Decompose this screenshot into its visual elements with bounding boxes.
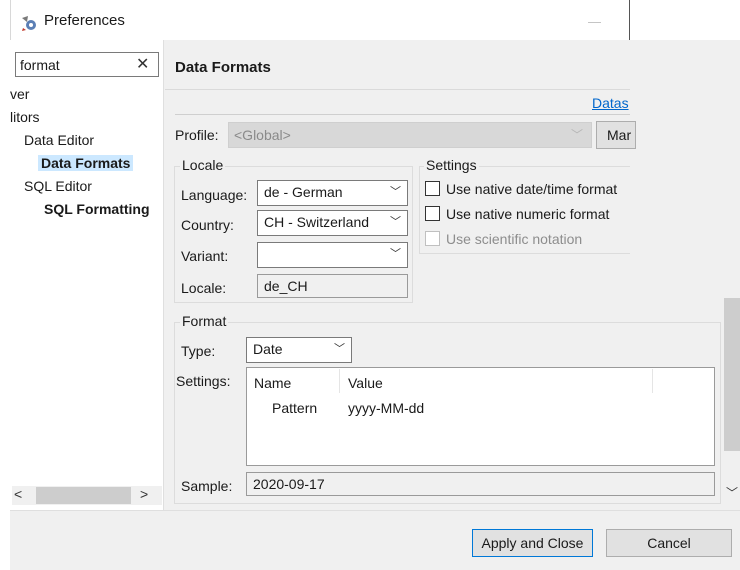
locale-value: de_CH xyxy=(264,278,308,294)
tree-item-data-formats[interactable]: Data Formats xyxy=(38,155,134,171)
format-type-select[interactable]: Date ﹀ xyxy=(246,337,352,363)
column-divider xyxy=(339,369,340,393)
profile-label: Profile: xyxy=(175,127,219,143)
locale-label: Locale: xyxy=(181,280,227,296)
scroll-left-icon[interactable]: < xyxy=(14,486,22,502)
column-divider xyxy=(652,369,653,393)
datasource-settings-link[interactable]: Datas xyxy=(592,95,629,111)
profile-select: <Global> ﹀ xyxy=(228,122,592,148)
settings-group-label: Settings xyxy=(424,157,479,173)
tree-item-server[interactable]: ver xyxy=(10,86,29,102)
language-select[interactable]: de - German ﹀ xyxy=(257,180,408,206)
language-value: de - German xyxy=(264,184,343,200)
sample-label: Sample: xyxy=(181,478,233,494)
chevron-down-icon: ﹀ xyxy=(570,128,583,142)
tree-item-editors[interactable]: litors xyxy=(10,109,40,125)
country-value: CH - Switzerland xyxy=(264,214,370,230)
chevron-down-icon: ﹀ xyxy=(390,216,401,228)
native-numeric-checkbox[interactable] xyxy=(425,206,440,221)
chevron-down-icon: ﹀ xyxy=(390,186,401,198)
format-group-label: Format xyxy=(180,313,229,329)
scroll-down-icon[interactable]: ﹀ xyxy=(726,484,738,501)
apply-and-close-button[interactable]: Apply and Close xyxy=(472,529,593,557)
preferences-app-icon xyxy=(20,14,38,32)
profile-value: <Global> xyxy=(234,127,291,143)
header-divider xyxy=(175,114,630,115)
table-row-value[interactable]: yyyy-MM-dd xyxy=(348,400,424,416)
filter-input[interactable] xyxy=(20,55,130,74)
native-datetime-checkbox[interactable] xyxy=(425,181,440,196)
type-label: Type: xyxy=(181,343,216,359)
table-row-name[interactable]: Pattern xyxy=(272,400,317,416)
tree-item-sql-formatting[interactable]: SQL Formatting xyxy=(44,201,150,217)
country-select[interactable]: CH - Switzerland ﹀ xyxy=(257,210,408,236)
native-numeric-label[interactable]: Use native numeric format xyxy=(446,206,609,222)
manage-profiles-button[interactable]: Mar xyxy=(596,121,636,149)
sample-value: 2020-09-17 xyxy=(253,476,325,492)
column-header-value[interactable]: Value xyxy=(348,375,383,391)
variant-select[interactable]: ﹀ xyxy=(257,242,408,268)
locale-group-label: Locale xyxy=(180,157,226,173)
clear-filter-icon[interactable]: ✕ xyxy=(136,54,149,74)
tree-item-data-editor[interactable]: Data Editor xyxy=(24,132,94,148)
window-title: Preferences xyxy=(44,12,125,29)
locale-field: de_CH xyxy=(257,274,408,298)
settings-label: Settings: xyxy=(176,373,231,389)
scroll-right-icon[interactable]: > xyxy=(140,486,148,502)
column-header-name[interactable]: Name xyxy=(254,375,291,391)
country-label: Country: xyxy=(181,217,234,233)
chevron-down-icon: ﹀ xyxy=(334,343,345,355)
scrollbar-thumb[interactable] xyxy=(724,298,740,451)
scrollbar-thumb[interactable] xyxy=(36,487,131,504)
language-label: Language: xyxy=(181,187,248,203)
tree-item-sql-editor[interactable]: SQL Editor xyxy=(24,178,92,194)
variant-label: Variant: xyxy=(181,248,229,264)
scientific-notation-label: Use scientific notation xyxy=(446,231,583,247)
chevron-down-icon: ﹀ xyxy=(390,248,401,260)
format-settings-table[interactable] xyxy=(246,367,715,466)
scientific-notation-checkbox xyxy=(425,231,440,246)
format-type-value: Date xyxy=(253,341,283,357)
minimize-button[interactable]: — xyxy=(588,14,601,29)
native-datetime-label[interactable]: Use native date/time format xyxy=(446,181,617,197)
cancel-button[interactable]: Cancel xyxy=(606,529,732,557)
page-title: Data Formats xyxy=(175,59,271,76)
sample-field: 2020-09-17 xyxy=(246,472,715,496)
